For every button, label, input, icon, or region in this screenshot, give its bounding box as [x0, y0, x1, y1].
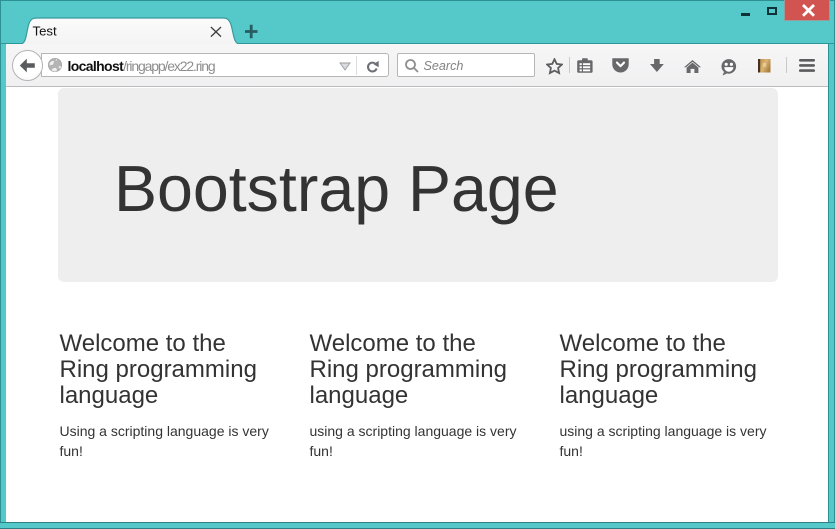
svg-text:Test: Test — [33, 24, 58, 39]
